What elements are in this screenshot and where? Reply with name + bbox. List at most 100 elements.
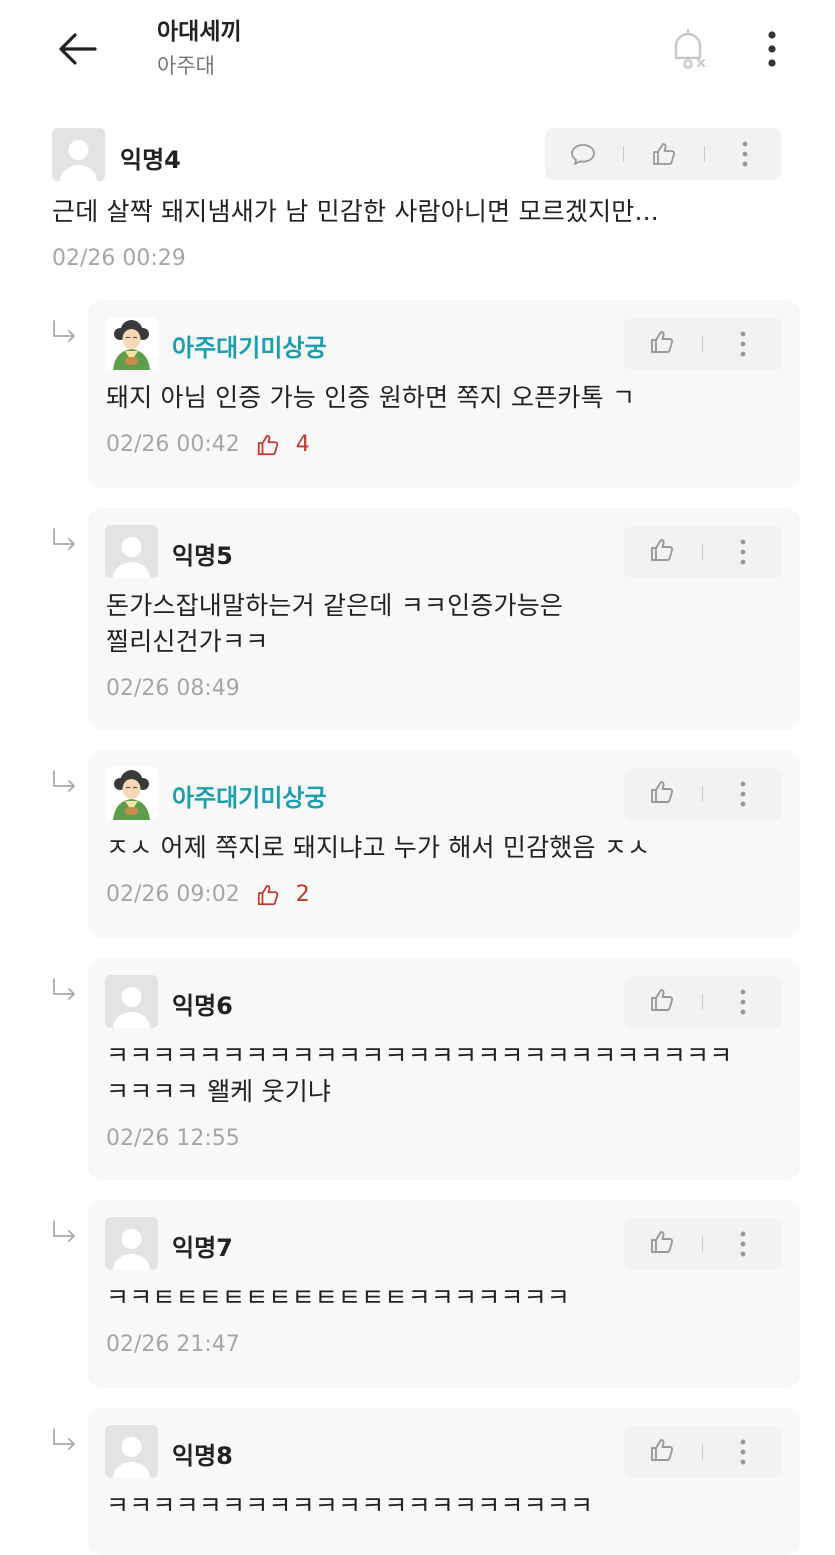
default-user-icon — [52, 128, 105, 181]
like-button[interactable] — [636, 976, 688, 1028]
reply-text: ㅋㅋㅋㅋㅋㅋㅋㅋㅋㅋㅋㅋㅋㅋㅋㅋㅋㅋㅋㅋㅋㅋㅋㅋㅋㅋㅋ ㅋㅋㅋㅋ 왤케 웃기냐 — [106, 1038, 732, 1110]
reply-text: ㅋㅋㅌㅌㅌㅌㅌㅌㅌㅌㅌㅌㅌㅋㅋㅋㅋㅋㅋㅋ — [106, 1280, 570, 1316]
divider — [623, 146, 624, 162]
avatar — [105, 525, 158, 578]
notification-toggle-button[interactable] — [665, 24, 711, 74]
reply-text-line: ㅋㅋㅋㅋㅋㅋㅋㅋㅋㅋㅋㅋㅋㅋㅋㅋㅋㅋㅋㅋㅋㅋㅋㅋㅋㅋㅋ — [106, 1041, 733, 1070]
divider — [704, 146, 705, 162]
like-button[interactable] — [636, 1426, 688, 1478]
reply-button[interactable] — [557, 128, 609, 180]
avatar — [105, 317, 158, 370]
reply-text: 돈가스잡내말하는거 같은데 ㅋㅋ인증가능은찔리신건가ㅋㅋ — [106, 588, 563, 660]
reply-meta: 02/26 09:02 2 — [106, 882, 310, 907]
comment-more-button[interactable] — [719, 128, 771, 180]
reply-comment: 익명6 ㅋㅋㅋㅋㅋㅋㅋㅋㅋㅋㅋㅋㅋㅋㅋㅋㅋㅋㅋㅋㅋㅋㅋㅋㅋㅋㅋ ㅋㅋㅋㅋ 왤케 웃… — [88, 958, 800, 1180]
page-subtitle: 아주대 — [157, 54, 215, 78]
reply-timestamp: 02/26 09:02 — [106, 882, 240, 907]
like-button[interactable] — [636, 318, 688, 370]
comment-actions — [545, 128, 781, 180]
divider — [702, 1444, 703, 1460]
reply-more-button[interactable] — [717, 1426, 769, 1478]
more-vertical-icon — [742, 141, 748, 167]
back-button[interactable] — [52, 26, 102, 72]
reply-meta: 02/26 12:55 — [106, 1126, 240, 1151]
comment-timestamp: 02/26 00:29 — [52, 246, 186, 271]
reply-author: 아주대기미상궁 — [172, 334, 327, 362]
reply-author: 익명8 — [172, 1442, 233, 1470]
like-button[interactable] — [636, 1218, 688, 1270]
more-vertical-icon — [740, 1439, 746, 1465]
thumbs-up-icon — [653, 143, 676, 165]
reply-indicator-icon — [50, 526, 80, 556]
like-count: 2 — [256, 882, 310, 907]
reply-timestamp: 02/26 08:49 — [106, 676, 240, 701]
avatar — [105, 1217, 158, 1270]
reply-timestamp: 02/26 00:42 — [106, 432, 240, 457]
reply-text-line: ㅋㅋㅋㅋㅋㅋㅋㅋㅋㅋㅋㅋㅋㅋㅋㅋㅋㅋㅋㅋㅋ — [106, 1491, 594, 1520]
avatar — [105, 975, 158, 1028]
like-count-value: 2 — [295, 882, 310, 907]
reply-text: ㅈㅅ 어제 쪽지로 돼지냐고 누가 해서 민감했음 ㅈㅅ — [106, 830, 650, 866]
reply-more-button[interactable] — [717, 318, 769, 370]
thumbs-up-icon — [256, 883, 288, 907]
more-vertical-icon — [740, 539, 746, 565]
thumbs-up-icon — [649, 987, 675, 1017]
reply-indicator-icon — [50, 768, 80, 798]
title-group: 아대세끼 아주대 — [157, 16, 242, 82]
thumbs-up-icon — [649, 1229, 675, 1259]
reply-text-line: ㅈㅅ 어제 쪽지로 돼지냐고 누가 해서 민감했음 ㅈㅅ — [106, 833, 651, 862]
like-button[interactable] — [636, 526, 688, 578]
thumbs-up-icon — [649, 329, 675, 359]
reply-indicator-icon — [50, 318, 80, 348]
reply-author: 익명5 — [172, 542, 233, 570]
avatar — [105, 767, 158, 820]
reply-timestamp: 02/26 21:47 — [106, 1332, 240, 1357]
like-count: 4 — [256, 432, 310, 457]
like-button[interactable] — [638, 128, 690, 180]
reply-text-line: 돼지 아님 인증 가능 인증 원하면 쪽지 오픈카톡 ㄱ — [106, 383, 636, 412]
reply-actions — [624, 1426, 782, 1478]
avatar — [105, 1425, 158, 1478]
reply-text-line: 찔리신건가ㅋㅋ — [106, 627, 269, 656]
bell-off-icon — [674, 28, 706, 69]
reply-text: ㅋㅋㅋㅋㅋㅋㅋㅋㅋㅋㅋㅋㅋㅋㅋㅋㅋㅋㅋㅋㅋ — [106, 1488, 593, 1524]
reply-text: 돼지 아님 인증 가능 인증 원하면 쪽지 오픈카톡 ㄱ — [106, 380, 635, 416]
reply-comment: 익명5 돈가스잡내말하는거 같은데 ㅋㅋ인증가능은찔리신건가ㅋㅋ 02/26 08… — [88, 508, 800, 730]
reply-more-button[interactable] — [717, 1218, 769, 1270]
reply-indicator-icon — [50, 1218, 80, 1248]
reply-actions — [624, 976, 782, 1028]
more-options-button[interactable] — [752, 24, 792, 74]
reply-more-button[interactable] — [717, 526, 769, 578]
divider — [702, 786, 703, 802]
reply-meta: 02/26 00:42 4 — [106, 432, 310, 457]
divider — [702, 1236, 703, 1252]
more-vertical-icon — [768, 31, 776, 67]
comment-author: 익명4 — [120, 146, 181, 174]
arrow-left-icon — [59, 33, 97, 65]
reply-timestamp: 02/26 12:55 — [106, 1126, 240, 1151]
reply-more-button[interactable] — [717, 768, 769, 820]
divider — [702, 994, 703, 1010]
top-bar: 아대세끼 아주대 — [0, 0, 835, 100]
page-title: 아대세끼 — [157, 19, 242, 45]
reply-text-line: ㅋㅋㅌㅌㅌㅌㅌㅌㅌㅌㅌㅌㅌㅋㅋㅋㅋㅋㅋㅋ — [106, 1283, 571, 1312]
reply-text-line: 돈가스잡내말하는거 같은데 ㅋㅋ인증가능은 — [106, 591, 564, 620]
divider — [702, 336, 703, 352]
reply-meta: 02/26 08:49 — [106, 676, 240, 701]
reply-meta: 02/26 21:47 — [106, 1332, 240, 1357]
like-button[interactable] — [636, 768, 688, 820]
thumbs-up-icon — [649, 779, 675, 809]
reply-actions — [624, 768, 782, 820]
reply-actions — [624, 1218, 782, 1270]
thumbs-up-icon — [256, 433, 288, 457]
reply-author: 아주대기미상궁 — [172, 784, 327, 812]
reply-author: 익명6 — [172, 992, 233, 1020]
reply-comment: 아주대기미상궁 ㅈㅅ 어제 쪽지로 돼지냐고 누가 해서 민감했음 ㅈㅅ 02/2… — [88, 750, 800, 938]
reply-actions — [624, 526, 782, 578]
reply-comment: 익명7 ㅋㅋㅌㅌㅌㅌㅌㅌㅌㅌㅌㅌㅌㅋㅋㅋㅋㅋㅋㅋ 02/26 21:47 — [88, 1200, 800, 1388]
reply-author: 익명7 — [172, 1234, 233, 1262]
avatar — [52, 128, 105, 181]
divider — [702, 544, 703, 560]
reply-indicator-icon — [50, 976, 80, 1006]
reply-more-button[interactable] — [717, 976, 769, 1028]
